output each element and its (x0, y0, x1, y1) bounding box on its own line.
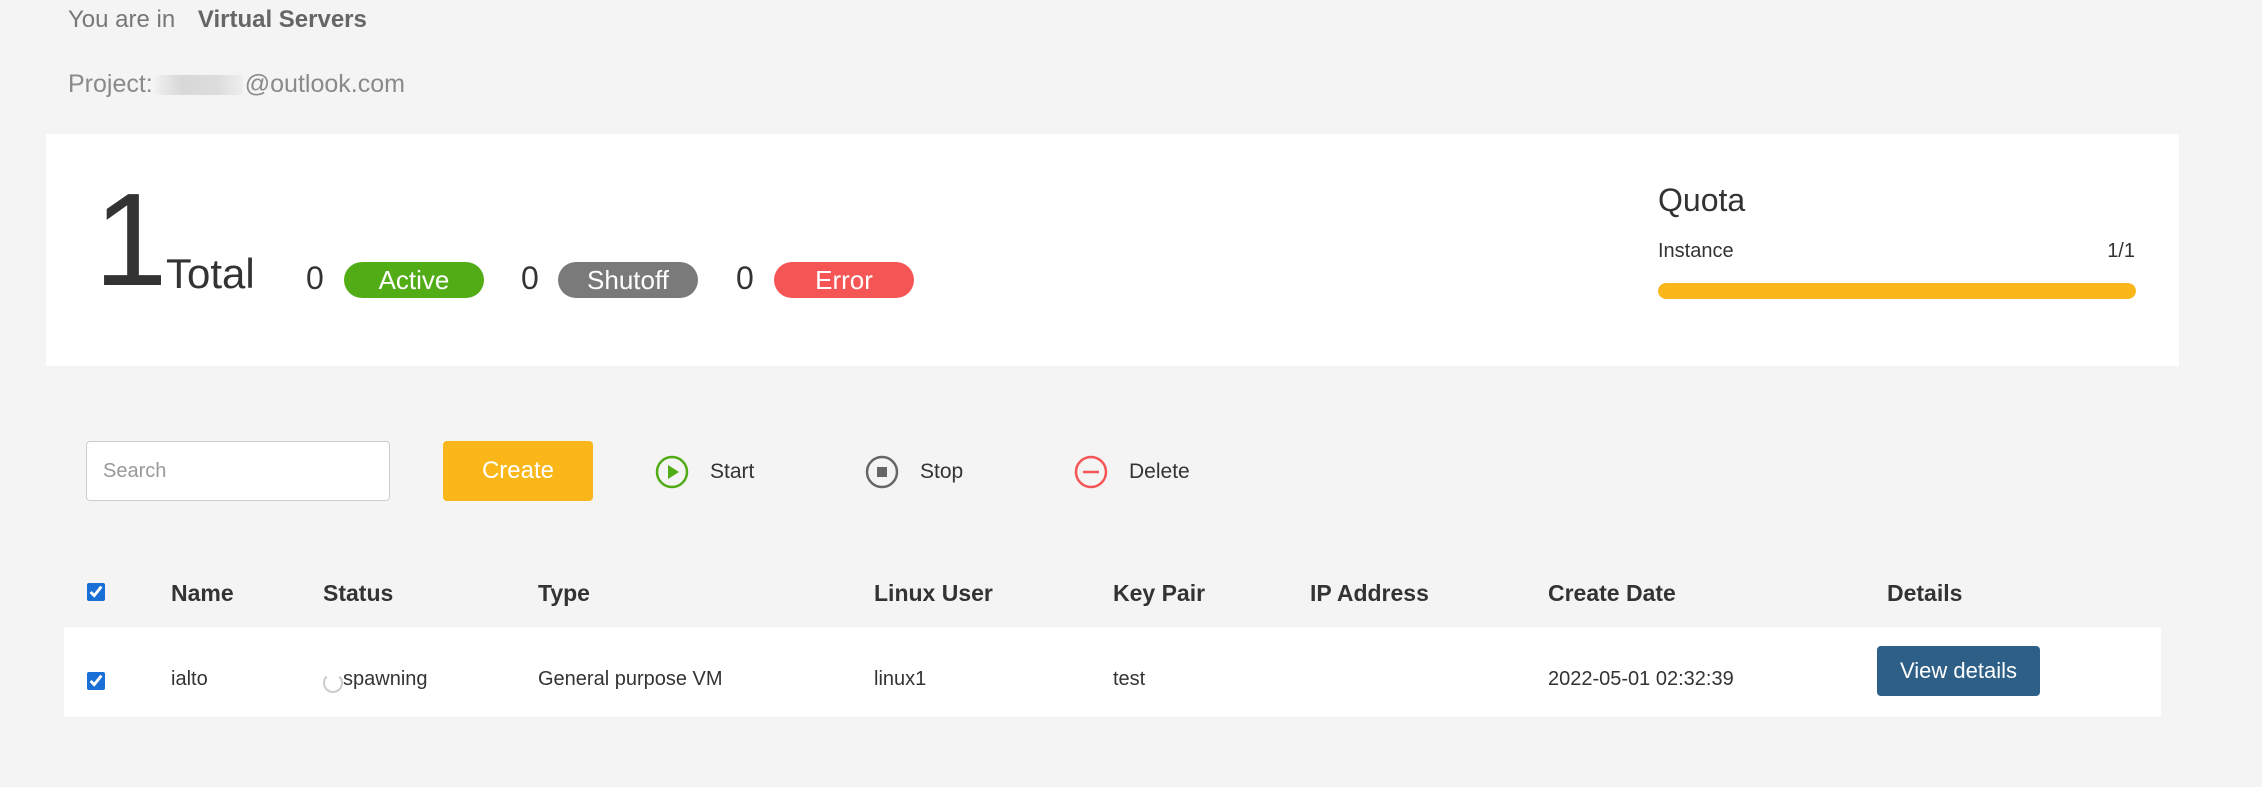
project-label: Project: (68, 70, 153, 98)
search-input[interactable] (86, 441, 390, 501)
row-checkbox[interactable] (87, 672, 105, 690)
error-badge[interactable]: Error (774, 262, 914, 298)
quota-instance-label: Instance (1658, 240, 1734, 262)
column-header-type[interactable]: Type (538, 580, 590, 607)
create-button[interactable]: Create (443, 441, 593, 501)
column-header-key-pair[interactable]: Key Pair (1113, 580, 1205, 607)
shutoff-badge[interactable]: Shutoff (558, 262, 698, 298)
minus-circle-icon (1074, 455, 1108, 489)
start-button[interactable]: Start (654, 453, 754, 491)
quota-instance-value: 1/1 (2107, 240, 2135, 262)
column-header-name[interactable]: Name (171, 580, 234, 607)
column-header-details: Details (1887, 580, 1963, 606)
quota-progress-fill (1658, 283, 2136, 299)
row-name: ialto (171, 668, 208, 690)
row-type: General purpose VM (538, 668, 723, 690)
row-linux-user: linux1 (874, 668, 927, 690)
total-count: 1 (94, 166, 168, 313)
row-status-text: spawning (343, 668, 428, 690)
breadcrumb: You are in Virtual Servers (68, 6, 367, 34)
column-header-linux-user[interactable]: Linux User (874, 580, 993, 607)
project-info: Project: @outlook.com (68, 70, 405, 99)
stop-button[interactable]: Stop (864, 453, 963, 491)
active-badge[interactable]: Active (344, 262, 484, 298)
stop-label: Stop (920, 460, 964, 483)
breadcrumb-prefix: You are in (68, 6, 176, 33)
redacted-username (154, 74, 243, 95)
error-count: 0 (736, 260, 754, 296)
active-count: 0 (306, 260, 324, 296)
delete-label: Delete (1129, 460, 1190, 483)
row-key-pair: test (1113, 668, 1146, 690)
column-header-create-date[interactable]: Create Date (1548, 580, 1676, 607)
instance-summary-panel: 1 Total 0 Active 0 Shutoff 0 Error Quota… (46, 134, 2179, 366)
row-create-date: 2022-05-01 02:32:39 (1548, 668, 1734, 690)
breadcrumb-current[interactable]: Virtual Servers (198, 6, 367, 33)
play-icon (655, 455, 689, 489)
quota-title: Quota (1658, 182, 1746, 218)
quota-progress-bar (1658, 283, 2136, 299)
column-header-status[interactable]: Status (323, 580, 393, 607)
loading-spinner-icon (323, 672, 343, 693)
stop-icon (865, 455, 899, 489)
total-label: Total (166, 250, 255, 297)
row-status: spawning (323, 668, 428, 693)
view-details-button[interactable]: View details (1877, 646, 2040, 696)
shutoff-count: 0 (521, 260, 539, 296)
start-label: Start (710, 460, 755, 483)
project-email: @outlook.com (244, 70, 405, 98)
delete-button[interactable]: Delete (1073, 453, 1190, 491)
select-all-checkbox[interactable] (87, 583, 105, 601)
column-header-ip-address[interactable]: IP Address (1310, 580, 1429, 607)
